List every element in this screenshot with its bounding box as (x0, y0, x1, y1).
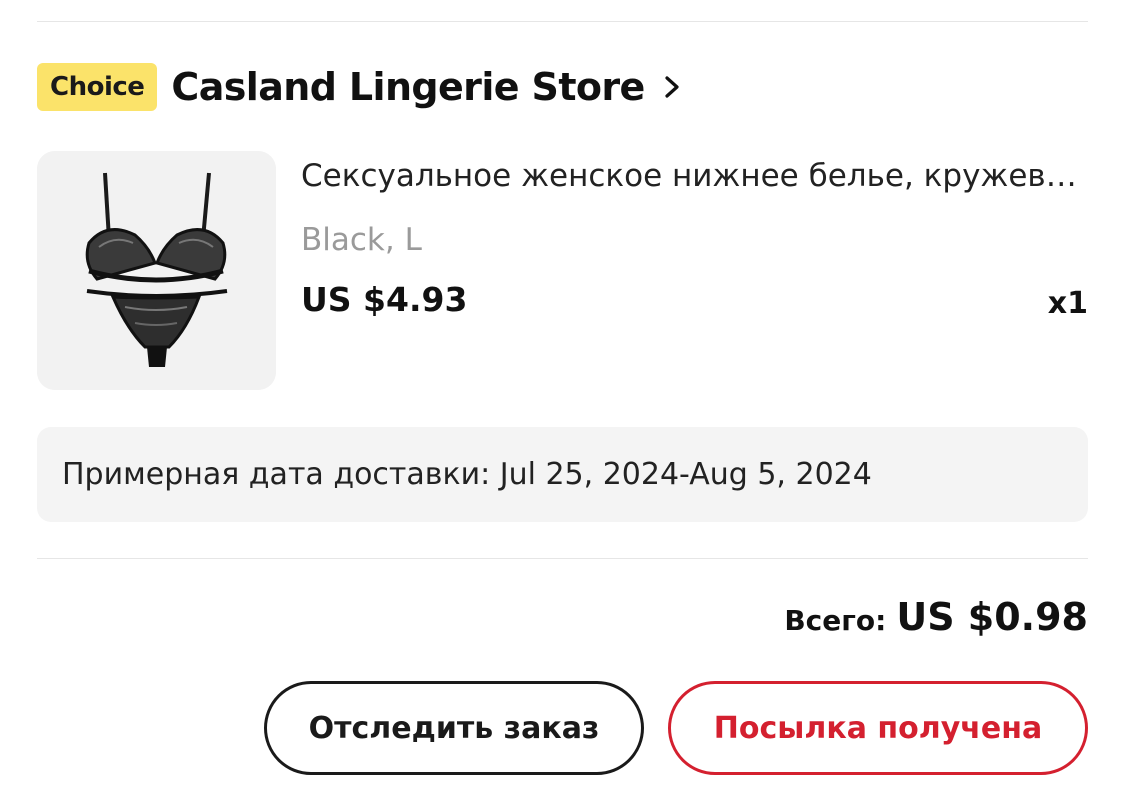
product-quantity: x1 (1047, 286, 1088, 321)
lingerie-image-icon (37, 151, 276, 390)
delivery-estimate: Примерная дата доставки: Jul 25, 2024-Au… (62, 457, 872, 492)
product-price: US $4.93 (301, 280, 468, 319)
total-label: Всего: (784, 604, 887, 637)
product-title[interactable]: Сексуальное женское нижнее белье, кружев… (301, 158, 1088, 194)
store-header[interactable]: Choice Casland Lingerie Store (37, 62, 683, 112)
mid-divider (37, 558, 1088, 559)
order-card: Choice Casland Lingerie Store Сексуально… (0, 0, 1125, 810)
track-order-button[interactable]: Отследить заказ (264, 681, 644, 775)
total-value: US $0.98 (896, 595, 1088, 639)
product-variant: Black, L (301, 222, 422, 258)
chevron-right-icon[interactable] (661, 72, 683, 102)
top-divider (37, 21, 1088, 22)
order-total: Всего: US $0.98 (784, 595, 1088, 639)
choice-badge: Choice (37, 63, 158, 111)
delivery-info-panel: Примерная дата доставки: Jul 25, 2024-Au… (37, 427, 1088, 522)
package-received-button[interactable]: Посылка получена (668, 681, 1088, 775)
store-name[interactable]: Casland Lingerie Store (171, 65, 645, 109)
product-image[interactable] (37, 151, 276, 390)
